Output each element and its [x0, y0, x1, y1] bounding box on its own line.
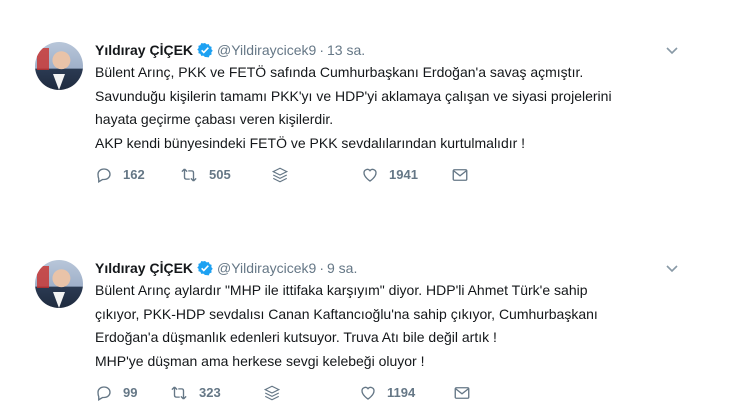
envelope-icon	[452, 169, 468, 181]
stack-button[interactable]	[271, 165, 299, 185]
author-handle[interactable]: @Yildiraycicek9	[217, 42, 316, 58]
reply-count: 162	[123, 167, 145, 182]
retweet-button[interactable]: 323	[169, 383, 221, 403]
like-count: 1194	[387, 385, 416, 400]
flag-graphic	[37, 266, 49, 288]
tweet-text: Bülent Arınç aylardır "MHP ile ittifaka …	[95, 279, 655, 373]
like-button[interactable]: 1941	[361, 165, 418, 185]
verified-badge-icon	[197, 42, 213, 63]
separator: ·	[319, 260, 324, 276]
stack-icon	[263, 385, 281, 401]
retweet-button[interactable]: 505	[179, 165, 231, 185]
tweet-card[interactable]: Yıldıray ÇİÇEK @Yildiraycicek9 · 13 sa. Bül…	[0, 28, 732, 198]
tweet-text-line: çıkıyor, PKK-HDP sevdalısı Canan Kaftanc…	[95, 305, 598, 322]
heart-icon	[361, 386, 375, 400]
avatar[interactable]	[35, 260, 83, 308]
avatar[interactable]	[35, 42, 83, 90]
author-handle[interactable]: @Yildiraycicek9	[217, 260, 316, 276]
tweet-header: Yıldıray ÇİÇEK @Yildiraycicek9 · 13 sa.	[95, 40, 365, 60]
tweet-text-line: Erdoğan'a düşmanlık edenleri kutsuyor. T…	[95, 329, 497, 345]
verified-badge-icon	[197, 260, 213, 281]
tweet-text-line: AKP kendi bünyesindeki FETÖ ve PKK sevda…	[95, 134, 526, 151]
reply-button[interactable]: 162	[95, 165, 145, 185]
shirt-graphic	[53, 74, 65, 90]
retweet-count: 505	[209, 167, 231, 182]
author-name[interactable]: Yıldıray ÇİÇEK	[95, 260, 193, 276]
message-button[interactable]	[451, 165, 479, 185]
tweet-text-line: Bülent Arınç aylardır "MHP ile ittifaka …	[95, 282, 588, 298]
chevron-down-icon[interactable]	[666, 42, 678, 60]
timestamp[interactable]: 13 sa.	[327, 42, 365, 58]
author-name[interactable]: Yıldıray ÇİÇEK	[95, 42, 193, 58]
heart-icon	[363, 168, 377, 182]
retweet-icon	[181, 168, 197, 182]
envelope-icon	[454, 387, 470, 399]
reply-button[interactable]: 99	[95, 383, 137, 403]
tweet-header: Yıldıray ÇİÇEK @Yildiraycicek9 · 9 sa.	[95, 258, 357, 278]
shirt-graphic	[53, 292, 65, 308]
tweet-text: Bülent Arınç, PKK ve FETÖ safında Cumhur…	[95, 61, 655, 155]
separator: ·	[319, 42, 324, 58]
tweet-card[interactable]: Yıldıray ÇİÇEK @Yildiraycicek9 · 9 sa. Büle…	[0, 246, 732, 416]
reply-icon	[97, 168, 111, 183]
tweet-text-line: MHP'ye düşman ama herkese sevgi kelebeği…	[95, 352, 425, 369]
reply-count: 99	[123, 385, 138, 400]
tweet-text-line: Bülent Arınç, PKK ve FETÖ safında Cumhur…	[95, 64, 584, 80]
flag-graphic	[37, 48, 49, 70]
tweet-actions: 99 323 1194	[95, 383, 515, 403]
stack-button[interactable]	[263, 383, 291, 403]
tweet-text-line: Savunduğu kişilerin tamamı PKK'yı ve HDP…	[95, 87, 612, 104]
retweet-count: 323	[199, 385, 221, 400]
like-button[interactable]: 1194	[359, 383, 415, 403]
retweet-icon	[171, 386, 187, 400]
message-button[interactable]	[453, 383, 481, 403]
like-count: 1941	[389, 167, 418, 182]
timestamp[interactable]: 9 sa.	[327, 260, 357, 276]
chevron-down-icon[interactable]	[666, 260, 678, 278]
reply-icon	[97, 386, 111, 401]
stack-icon	[271, 167, 289, 183]
tweet-actions: 162 505 1941	[95, 165, 515, 185]
tweet-text-line: hayata geçirme çabası veren kişilerdir.	[95, 111, 334, 127]
